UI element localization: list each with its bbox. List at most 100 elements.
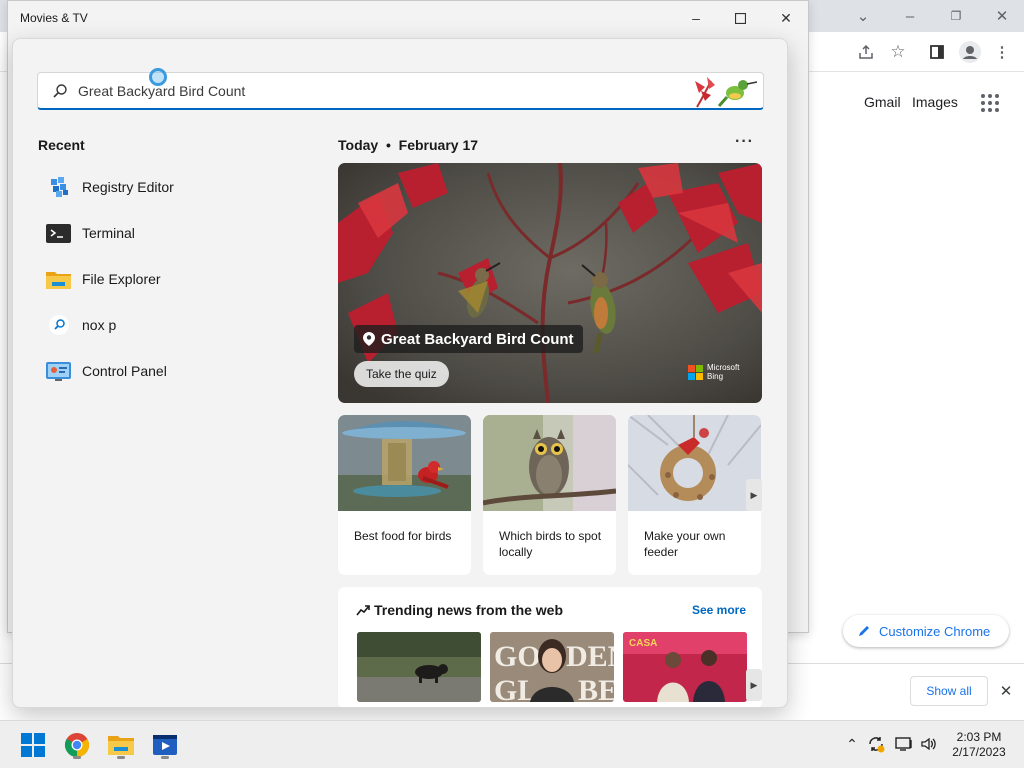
news-thumb-3[interactable]: CASA <box>623 632 747 702</box>
recent-item-label: Control Panel <box>82 363 167 379</box>
more-options-icon[interactable]: ··· <box>735 133 754 151</box>
terminal-icon <box>46 221 71 246</box>
maximize-icon[interactable] <box>726 7 754 29</box>
recent-item-label: Registry Editor <box>82 179 174 195</box>
svg-text:DEN: DEN <box>566 640 614 673</box>
trending-arrow-icon <box>356 605 370 616</box>
news-next-arrow-icon[interactable]: ▶ <box>746 669 762 701</box>
card-label: Make your own feeder <box>644 529 726 559</box>
card-which-birds-to-spot-locally[interactable]: Which birds to spot locally <box>483 415 616 575</box>
microsoft-bing-logo: Microsoft Bing <box>688 363 739 381</box>
gmail-link[interactable]: Gmail <box>864 94 901 110</box>
download-bar-close-icon[interactable]: ✕ <box>996 681 1016 701</box>
chrome-icon <box>64 733 90 757</box>
recent-item-control-panel[interactable]: Control Panel <box>46 357 167 385</box>
svg-text:BE: BE <box>578 674 614 702</box>
bullet-separator: • <box>382 137 395 153</box>
minimize-icon[interactable]: – <box>898 6 922 26</box>
card-label: Best food for birds <box>354 529 452 543</box>
running-indicator <box>73 756 81 759</box>
wreath-feeder-image <box>628 415 761 511</box>
news-thumb-1[interactable] <box>357 632 481 702</box>
search-panel: Great Backyard Bird Count Recent Registr… <box>12 38 788 708</box>
recent-item-file-explorer[interactable]: File Explorer <box>46 265 161 293</box>
images-link[interactable]: Images <box>912 94 958 110</box>
share-icon[interactable] <box>856 42 876 62</box>
close-icon[interactable]: ✕ <box>772 7 800 29</box>
owl-image <box>483 415 616 511</box>
taskbar: ⌃ 2:03 PM 2/17/2023 <box>0 720 1024 768</box>
bear-in-river-image <box>357 632 481 702</box>
recent-item-label: File Explorer <box>82 271 161 287</box>
side-panel-icon[interactable] <box>927 42 947 62</box>
show-hidden-icons-chevron-icon[interactable]: ⌃ <box>841 733 863 755</box>
recent-item-label: Terminal <box>82 225 135 241</box>
taskbar-movies-tv[interactable] <box>149 729 181 761</box>
folder-icon <box>108 736 134 755</box>
recent-item-terminal[interactable]: Terminal <box>46 219 135 247</box>
movies-tv-icon <box>153 735 177 755</box>
trending-heading-label: Trending news from the web <box>374 602 564 618</box>
svg-text:CASA: CASA <box>629 638 657 649</box>
news-thumb-2[interactable]: GO DEN GL BE <box>490 632 614 702</box>
clock-date: 2/17/2023 <box>952 745 1006 759</box>
search-input[interactable]: Great Backyard Bird Count <box>78 83 245 99</box>
svg-text:GO: GO <box>494 640 541 673</box>
minimize-icon[interactable]: – <box>682 7 710 29</box>
profile-avatar-icon[interactable] <box>958 40 982 64</box>
registry-editor-icon <box>46 175 71 200</box>
taskbar-file-explorer[interactable] <box>105 729 137 761</box>
microsoft-logo-icon <box>688 364 703 380</box>
brand-line-2: Bing <box>707 372 724 381</box>
trending-heading: Trending news from the web <box>356 602 563 618</box>
search-icon <box>46 313 71 338</box>
tab-search-icon[interactable]: ⌄ <box>853 6 873 26</box>
show-all-button[interactable]: Show all <box>910 676 988 706</box>
see-more-link[interactable]: See more <box>692 603 746 617</box>
location-pin-icon <box>363 332 375 346</box>
customize-chrome-button[interactable]: Customize Chrome <box>843 615 1009 647</box>
system-clock[interactable]: 2:03 PM 2/17/2023 <box>944 730 1014 760</box>
folder-icon <box>46 267 71 292</box>
running-indicator <box>161 756 169 759</box>
svg-text:GL: GL <box>494 674 537 702</box>
hummingbird-illustration-icon <box>695 77 758 108</box>
customize-chrome-label: Customize Chrome <box>879 623 991 639</box>
start-button[interactable] <box>17 729 49 761</box>
network-icon[interactable] <box>893 733 915 755</box>
recent-item-registry-editor[interactable]: Registry Editor <box>46 173 174 201</box>
golden-globe-image: GO DEN GL BE <box>490 632 614 702</box>
card-best-food-for-birds[interactable]: Best food for birds <box>338 415 471 575</box>
control-panel-icon <box>46 359 71 384</box>
take-the-quiz-button[interactable]: Take the quiz <box>354 361 449 387</box>
recent-item-label: nox p <box>82 317 117 333</box>
recent-item-search[interactable]: nox p <box>46 311 116 339</box>
chrome-menu-icon[interactable]: ⋮ <box>992 42 1012 62</box>
card-make-your-own-feeder[interactable]: Make your own feeder <box>628 415 761 575</box>
taskbar-chrome[interactable] <box>61 729 93 761</box>
close-icon[interactable]: ✕ <box>990 6 1014 26</box>
recent-heading: Recent <box>38 137 85 153</box>
hero-title-badge[interactable]: Great Backyard Bird Count <box>354 325 583 353</box>
today-date: February 17 <box>398 137 479 153</box>
search-box[interactable]: Great Backyard Bird Count <box>37 72 764 110</box>
google-apps-icon[interactable] <box>981 94 999 112</box>
concert-image: CASA <box>623 632 747 702</box>
pencil-icon <box>859 626 869 636</box>
cards-next-arrow-icon[interactable]: ▶ <box>746 479 762 511</box>
hero-title: Great Backyard Bird Count <box>381 330 574 348</box>
sync-update-icon[interactable] <box>865 733 887 755</box>
restore-icon[interactable]: ❐ <box>944 6 968 26</box>
clock-time: 2:03 PM <box>956 730 1002 744</box>
volume-icon[interactable] <box>918 733 940 755</box>
bird-feeder-image <box>338 415 471 511</box>
today-header: Today • February 17 <box>338 137 478 153</box>
search-icon <box>53 84 67 98</box>
window-title: Movies & TV <box>20 11 88 25</box>
brand-line-1: Microsoft <box>707 363 740 372</box>
running-indicator <box>117 756 125 759</box>
loading-cursor-icon <box>149 68 167 86</box>
hero-card[interactable]: Great Backyard Bird Count Take the quiz … <box>338 163 762 403</box>
windows-logo-icon <box>21 733 45 757</box>
bookmark-star-icon[interactable]: ☆ <box>888 42 908 62</box>
